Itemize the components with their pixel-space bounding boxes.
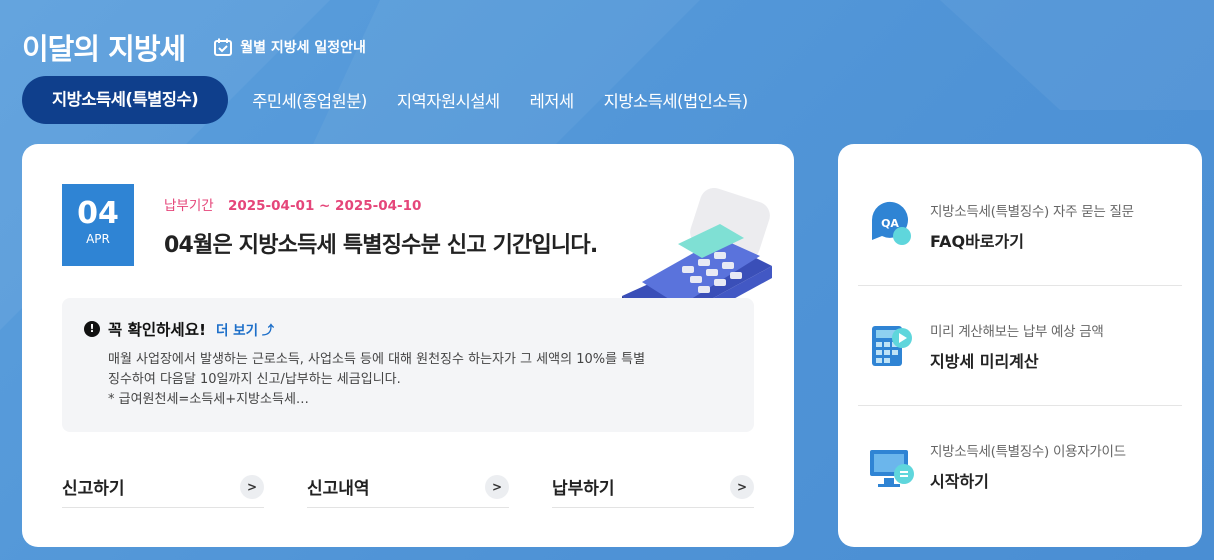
calculator-title: 지방세 미리계산 xyxy=(930,351,1039,371)
date-month-abbr: APR xyxy=(86,232,110,246)
payment-period-value: 2025-04-01 ~ 2025-04-10 xyxy=(227,198,422,214)
tab-resident-tax-employee[interactable]: 주민세(종업원분) xyxy=(252,88,367,112)
header: 이달의 지방세 월별 지방세 일정안내 xyxy=(22,26,366,68)
payment-period-label: 납부기간 xyxy=(164,198,214,214)
user-guide-link[interactable]: 지방소득세(특별징수) 이용자가이드 시작하기 xyxy=(858,406,1182,526)
tab-local-income-tax-withholding[interactable]: 지방소득세(특별징수) xyxy=(22,76,229,124)
qa-chat-icon: QA xyxy=(871,201,911,245)
main-card: 04 APR 납부기간 2025-04-01 ~ 2025-04-10 04월은… xyxy=(22,144,794,547)
chevron-right-icon: > xyxy=(485,474,509,499)
monitor-guide-icon xyxy=(870,450,914,487)
more-link[interactable]: 더 보기 ⤴ xyxy=(216,319,275,340)
user-guide-text: 지방소득세(특별징수) 이용자가이드 시작하기 xyxy=(930,440,1126,492)
tab-leisure-tax[interactable]: 레저세 xyxy=(530,88,575,112)
month-date-box: 04 APR xyxy=(62,184,134,266)
notice-line: 매월 사업장에서 발생하는 근로소득, 사업소득 등에 대해 원천징수 하는자가… xyxy=(108,352,646,367)
calculator-text: 미리 계산해보는 납부 예상 금액 지방세 미리계산 xyxy=(930,320,1104,372)
tax-tabs: 지방소득세(특별징수) 주민세(종업원분) 지역자원시설세 레저세 지방소득세(… xyxy=(22,76,778,124)
main-headline: 04월은 지방소득세 특별징수분 신고 기간입니다. xyxy=(164,233,598,258)
monthly-schedule-label: 월별 지방세 일정안내 xyxy=(240,40,366,56)
user-guide-description: 지방소득세(특별징수) 이용자가이드 xyxy=(930,444,1126,460)
report-history-label: 신고내역 xyxy=(307,479,370,499)
payment-period: 납부기간 2025-04-01 ~ 2025-04-10 xyxy=(164,194,421,214)
faq-description: 지방소득세(특별징수) 자주 묻는 질문 xyxy=(930,203,1134,220)
more-link-label: 더 보기 xyxy=(216,323,258,339)
action-links: 신고하기 > 신고내역 > 납부하기 > xyxy=(62,466,754,508)
payment-label: 납부하기 xyxy=(552,479,615,499)
report-button[interactable]: 신고하기 > xyxy=(62,466,264,508)
chevron-right-icon: > xyxy=(240,474,264,499)
report-history-button[interactable]: 신고내역 > xyxy=(307,466,509,508)
report-label: 신고하기 xyxy=(62,479,125,499)
calculator-description: 미리 계산해보는 납부 예상 금액 xyxy=(930,323,1104,340)
payment-button[interactable]: 납부하기 > xyxy=(552,466,754,508)
notice-line: 징수하여 다음달 10일까지 신고/납부하는 세금입니다. xyxy=(108,372,401,387)
calculator-icon xyxy=(872,325,912,366)
page-title: 이달의 지방세 xyxy=(22,32,186,66)
tax-calculator-link[interactable]: 미리 계산해보는 납부 예상 금액 지방세 미리계산 xyxy=(858,286,1182,406)
side-card: QA 지방소득세(특별징수) 자주 묻는 질문 FAQ바로가기 미리 계산해보는… xyxy=(838,144,1202,547)
faq-text: 지방소득세(특별징수) 자주 묻는 질문 FAQ바로가기 xyxy=(930,200,1134,252)
arrow-icon: ⤴ xyxy=(262,322,275,337)
notice-line: * 급여원천세=소득세+지방소득세… xyxy=(108,392,309,407)
date-month: 04 xyxy=(77,196,119,231)
tab-regional-resource-facility-tax[interactable]: 지역자원시설세 xyxy=(397,88,500,112)
tab-local-income-tax-corporate[interactable]: 지방소득세(법인소득) xyxy=(604,88,749,112)
exclamation-icon: ! xyxy=(84,321,100,337)
user-guide-title: 시작하기 xyxy=(930,472,989,491)
svg-text:QA: QA xyxy=(881,217,899,230)
notice-body: 매월 사업장에서 발생하는 근로소득, 사업소득 등에 대해 원천징수 하는자가… xyxy=(108,350,718,410)
faq-link[interactable]: QA 지방소득세(특별징수) 자주 묻는 질문 FAQ바로가기 xyxy=(858,166,1182,286)
notice-title: 꼭 확인하세요! xyxy=(108,321,207,339)
calendar-check-icon xyxy=(214,38,233,56)
faq-title: FAQ바로가기 xyxy=(930,231,1024,251)
chevron-right-icon: > xyxy=(730,474,754,499)
monthly-schedule-link[interactable]: 월별 지방세 일정안내 xyxy=(213,37,366,57)
notice-box: ! 꼭 확인하세요! 더 보기 ⤴ 매월 사업장에서 발생하는 근로소득, 사업… xyxy=(62,298,754,432)
notice-title-row: ! 꼭 확인하세요! 더 보기 ⤴ xyxy=(84,318,274,340)
